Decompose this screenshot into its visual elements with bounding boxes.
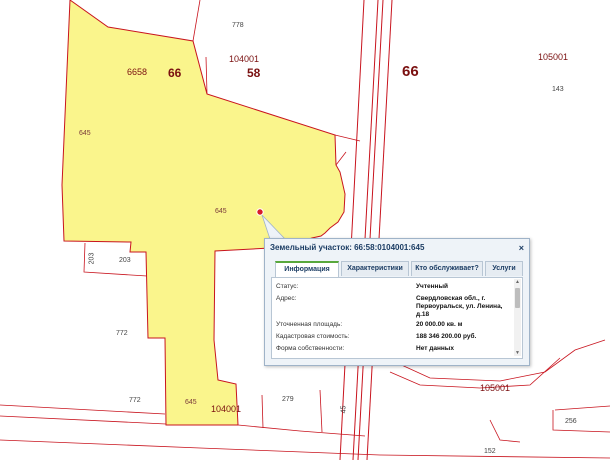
map-label: 152 — [484, 448, 496, 455]
map-label: 256 — [565, 418, 577, 425]
map-label: 143 — [552, 86, 564, 93]
row-value-ownership: Нет данных — [416, 345, 454, 352]
row-value-status: Учтенный — [416, 283, 449, 290]
row-value-area: 20 000.00 кв. м — [416, 321, 463, 328]
tab-who-serves[interactable]: Кто обслуживает? — [411, 261, 483, 276]
map-label: 45 — [340, 405, 348, 414]
cadastral-map[interactable] — [0, 0, 610, 460]
info-panel: Статус: Учтенный Адрес: Свердловская обл… — [271, 277, 523, 359]
map-label: 778 — [232, 22, 244, 29]
map-label: 58 — [247, 66, 261, 80]
tab-characteristics[interactable]: Характеристики — [341, 261, 409, 276]
row-label-status: Статус: — [276, 283, 299, 290]
map-label: 66 — [168, 66, 182, 80]
map-label: 203 — [119, 257, 131, 264]
row-value-address: Свердловская обл., г. Первоуральск, ул. … — [416, 295, 503, 318]
map-label: 105001 — [538, 52, 569, 62]
map-label: 105001 — [480, 383, 511, 393]
scroll-down-icon[interactable]: ▼ — [514, 350, 521, 356]
row-value-cadastral-value: 188 346 200.00 руб. — [416, 333, 477, 340]
scrollbar[interactable]: ▲ ▼ — [514, 279, 521, 356]
map-label: 772 — [116, 330, 128, 337]
popup-title: Земельный участок: 66:58:0104001:645 — [270, 243, 425, 252]
scrollbar-thumb[interactable] — [515, 288, 520, 308]
popup-header: Земельный участок: 66:58:0104001:645 × — [265, 239, 529, 257]
row-label-address: Адрес: — [276, 295, 297, 302]
map-label: 6658 — [127, 67, 148, 77]
map-label: 645 — [79, 130, 91, 137]
row-label-ownership: Форма собственности: — [276, 345, 345, 352]
scroll-up-icon[interactable]: ▲ — [514, 279, 521, 285]
road-lines — [339, 0, 393, 460]
map-label: 279 — [282, 396, 294, 403]
parcel-info-popup: Земельный участок: 66:58:0104001:645 × И… — [264, 238, 530, 366]
popup-tabs: Информация Характеристики Кто обслуживае… — [271, 261, 523, 277]
tab-services[interactable]: Услуги — [485, 261, 523, 276]
location-marker-icon[interactable] — [256, 208, 264, 216]
map-label: 66 — [402, 63, 419, 80]
map-label: 104001 — [211, 404, 242, 414]
tab-information[interactable]: Информация — [275, 261, 339, 277]
map-label: 645 — [185, 399, 197, 406]
close-icon[interactable]: × — [519, 239, 524, 257]
map-label: 104001 — [229, 54, 260, 64]
map-label: 203 — [88, 252, 96, 265]
row-label-cadastral-value: Кадастровая стоимость: — [276, 333, 350, 340]
map-label: 645 — [215, 208, 227, 215]
map-label: 772 — [129, 397, 141, 404]
row-label-area: Уточненная площадь: — [276, 321, 343, 328]
